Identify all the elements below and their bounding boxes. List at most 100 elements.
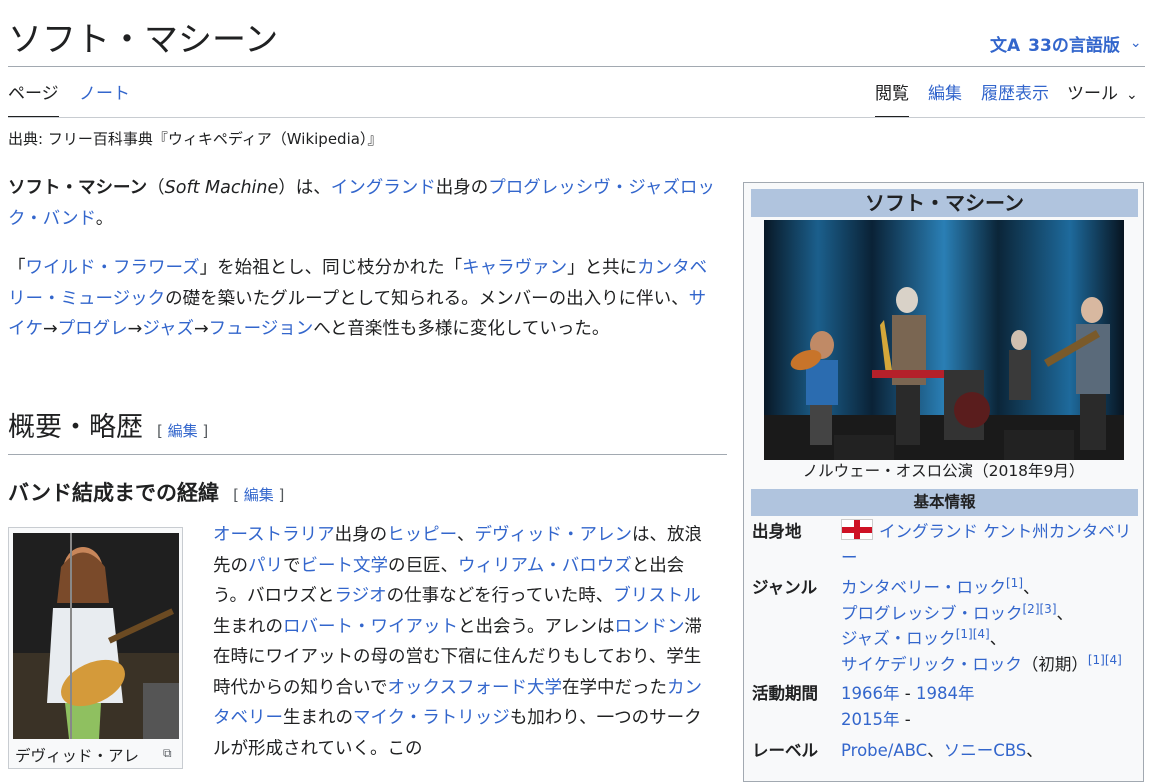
edit-section-button[interactable]: 編集 <box>168 422 198 440</box>
edit-section-link: [ 編集 ] <box>233 486 284 504</box>
link-probe-abc[interactable]: Probe/ABC <box>841 741 927 760</box>
text: の仕事などを行っていた時、 <box>386 586 614 606</box>
section-heading-overview: 概要・略歴 [ 編集 ] <box>8 408 208 451</box>
source-note: 出典: フリー百科事典『ウィキペディア（Wikipedia）』 <box>8 130 383 148</box>
ref-link[interactable]: [1] <box>1006 576 1023 590</box>
genre-label: ジャンル <box>752 578 818 597</box>
link-paris[interactable]: パリ <box>248 556 283 576</box>
tab-tools[interactable]: ツール ⌄ <box>1067 82 1138 116</box>
text: （初期） <box>1021 654 1088 674</box>
link-william-burroughs[interactable]: ウィリアム・バロウズ <box>458 556 632 576</box>
origin-label: 出身地 <box>752 522 802 541</box>
link-beat-literature[interactable]: ビート文学 <box>301 556 389 576</box>
tab-history[interactable]: 履歴表示 <box>981 82 1049 116</box>
bracket: [ <box>157 422 168 440</box>
link-jazz[interactable]: ジャズ <box>142 319 194 339</box>
link-daevid-allen[interactable]: デヴィッド・アレン <box>474 525 632 545</box>
subject-name: ソフト・マシーン <box>8 178 148 198</box>
link-caravan[interactable]: キャラヴァン <box>462 258 567 278</box>
link-progre[interactable]: プログレ <box>58 319 128 339</box>
text: 」と共に <box>567 258 638 278</box>
link-2015[interactable]: 2015年 <box>841 710 900 729</box>
tools-label: ツール <box>1067 84 1118 104</box>
text: - <box>899 709 911 729</box>
chevron-down-icon: ⌄ <box>1129 35 1142 51</box>
bracket: [ <box>233 486 244 504</box>
link-australia[interactable]: オーストラリア <box>213 525 335 545</box>
link-jazz-rock[interactable]: ジャズ・ロック <box>841 629 956 648</box>
text: 、 <box>456 525 475 545</box>
link-england[interactable]: イングランド <box>879 522 978 541</box>
link-london[interactable]: ロンドン <box>614 617 684 637</box>
genre-value: カンタベリー・ロック[1]、 プログレッシブ・ロック[2][3]、 ジャズ・ロック[… <box>841 575 1141 677</box>
link-canterbury-rock[interactable]: カンタベリー・ロック <box>841 578 1006 597</box>
link-sony-cbs[interactable]: ソニーCBS <box>944 741 1027 760</box>
photo-caption: ノルウェー・オスロ公演（2018年9月） <box>802 462 1085 480</box>
link-hippie[interactable]: ヒッピー <box>387 525 457 545</box>
text: → <box>127 319 143 339</box>
ref-link[interactable]: [2] <box>1023 602 1040 616</box>
tab-page[interactable]: ページ <box>8 82 59 118</box>
tab-read[interactable]: 閲覧 <box>875 82 909 118</box>
text: と出会う。アレンは <box>458 616 615 637</box>
text: 、 <box>1023 578 1040 597</box>
text: 」を始祖とし、同じ枝分かれた「 <box>199 258 463 278</box>
link-1984[interactable]: 1984年 <box>916 684 975 703</box>
magnify-icon[interactable]: ⧉ <box>163 746 172 761</box>
text: 、 <box>927 741 944 760</box>
ref-link[interactable]: [1] <box>956 627 973 641</box>
tab-edit[interactable]: 編集 <box>928 82 962 116</box>
ref-link[interactable]: [4] <box>973 627 990 641</box>
text: → <box>43 319 58 339</box>
infobox-subheader: 基本情報 <box>751 489 1138 516</box>
link-wilde-flowers[interactable]: ワイルド・フラワーズ <box>26 258 200 278</box>
section-heading-formation: バンド結成までの経緯 [ 編集 ] <box>8 478 284 510</box>
text: （ <box>147 178 165 198</box>
infobox: ソフト・マシーン ノルウェー・オスロ公演（2018年9月） 基本情報 出身地 イ… <box>743 182 1144 782</box>
link-progressive-rock[interactable]: プログレッシブ・ロック <box>841 604 1023 623</box>
text: 生まれの <box>213 616 283 637</box>
link-england[interactable]: イングランド <box>331 178 436 198</box>
link-bristol[interactable]: ブリストル <box>613 586 701 606</box>
link-robert-wyatt[interactable]: ロバート・ワイアット <box>283 617 458 637</box>
daevid-allen-photo[interactable] <box>13 533 179 739</box>
text: 在学中だった <box>561 677 667 698</box>
text: 、 <box>989 629 1007 648</box>
label-label: レーベル <box>752 741 818 760</box>
link-oxford[interactable]: オックスフォード大学 <box>387 678 561 698</box>
text: 出身の <box>334 525 388 545</box>
concert-photo[interactable] <box>764 220 1124 460</box>
heading-divider <box>8 454 727 455</box>
ref-link[interactable]: [4] <box>1105 653 1122 667</box>
link-kent[interactable]: ケント州 <box>983 522 1049 541</box>
link-1966[interactable]: 1966年 <box>841 684 900 703</box>
page-title: ソフト・マシーン <box>8 20 279 60</box>
england-flag-icon <box>841 519 873 540</box>
infobox-title: ソフト・マシーン <box>751 189 1138 217</box>
heading-text: バンド結成までの経緯 <box>8 481 220 505</box>
bracket: ] <box>197 422 209 440</box>
link-fusion[interactable]: フュージョン <box>209 319 314 339</box>
text: 、 <box>1056 603 1074 623</box>
photo-illustration <box>764 220 1124 460</box>
translate-icon: 文A <box>990 35 1021 56</box>
intro-paragraph-2: 「ワイルド・フラワーズ」を始祖とし、同じ枝分かれた「キャラヴァン」と共にカンタベ… <box>8 253 720 345</box>
text: ）は、 <box>278 178 331 198</box>
link-radio[interactable]: ラジオ <box>334 586 386 606</box>
link-psychedelic-rock[interactable]: サイケデリック・ロック <box>841 655 1022 674</box>
language-button[interactable]: 文A 33の言語版 ⌄ <box>990 30 1142 56</box>
tab-talk[interactable]: ノート <box>79 82 130 116</box>
active-years-value: 1966年 - 1984年 2015年 - <box>841 681 1141 732</box>
text: へと音楽性も多様に変化していった。 <box>313 319 610 339</box>
thumbnail-caption: デヴィッド・アレ <box>15 747 140 765</box>
text: 出身の <box>435 178 489 198</box>
text: - <box>899 684 916 703</box>
ref-link[interactable]: [1] <box>1088 653 1105 667</box>
ref-link[interactable]: [3] <box>1040 602 1057 616</box>
formation-paragraph: オーストラリア出身のヒッピー、デヴィッド・アレンは、放浪先のパリでビート文学の巨… <box>213 520 718 764</box>
link-mike-ratledge[interactable]: マイク・ラトリッジ <box>353 708 510 728</box>
bracket: ] <box>273 486 285 504</box>
text: 「 <box>8 258 26 278</box>
thumbnail-figure: デヴィッド・アレ ⧉ <box>8 527 183 769</box>
edit-section-button[interactable]: 編集 <box>244 486 274 504</box>
